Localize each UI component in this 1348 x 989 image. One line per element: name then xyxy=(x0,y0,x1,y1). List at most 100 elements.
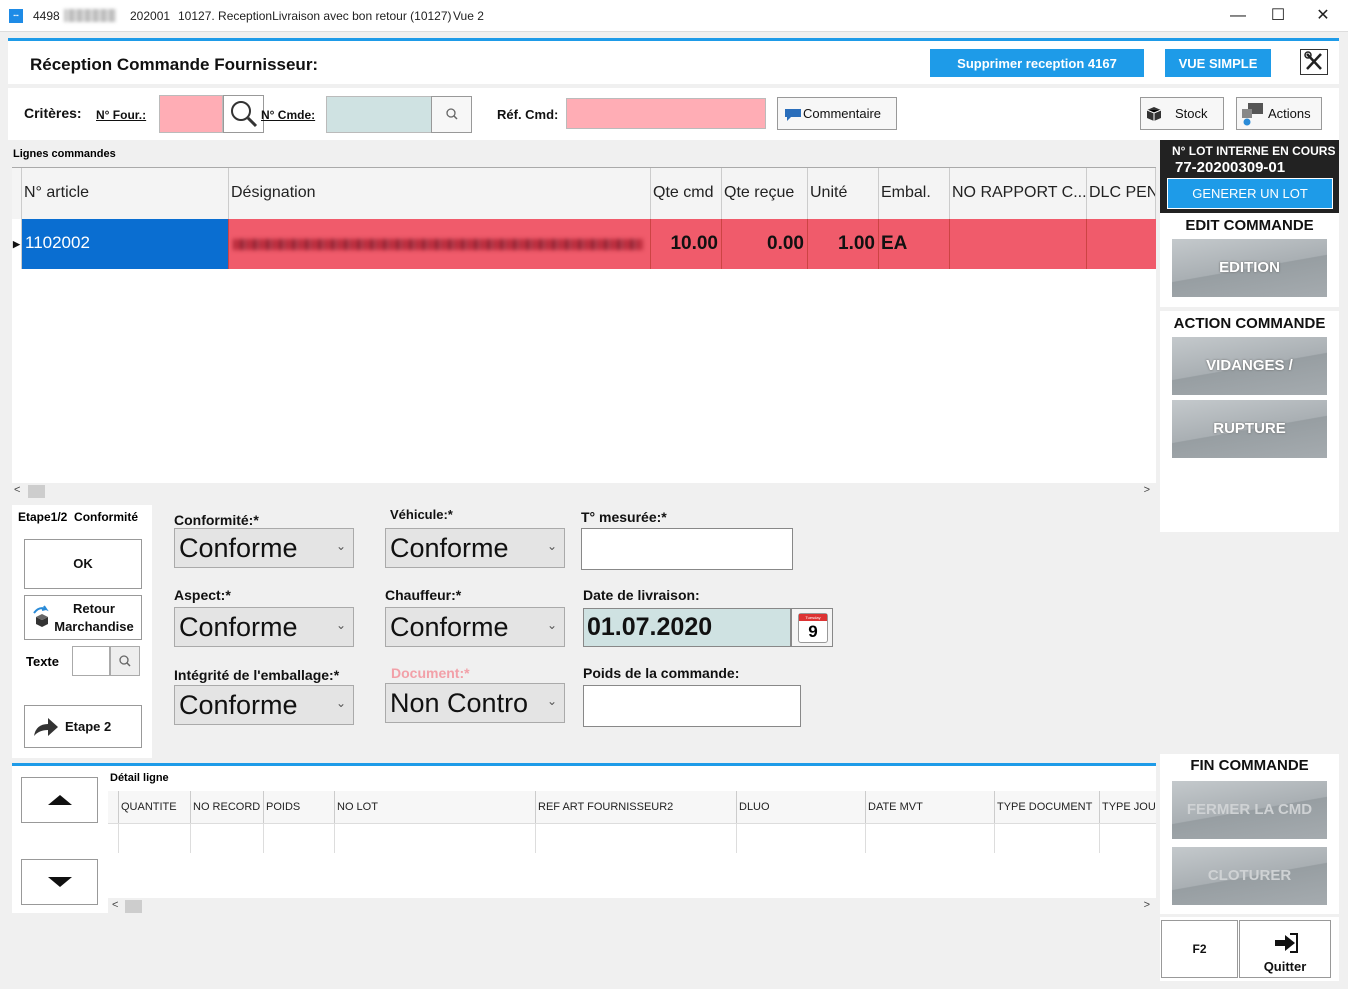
cell-qte-cmd[interactable]: 10.00 xyxy=(651,219,722,269)
col-header-qte-cmd[interactable]: Qte cmd xyxy=(651,168,722,219)
detail-scroll-thumb[interactable] xyxy=(125,900,142,913)
supplier-input[interactable] xyxy=(159,95,223,133)
conformite-select[interactable]: Conforme ⌄ xyxy=(174,528,354,568)
cell-dlc[interactable] xyxy=(1087,219,1156,269)
order-search-button[interactable] xyxy=(431,96,472,133)
etape2-button[interactable]: Etape 2 xyxy=(24,705,142,748)
generate-lot-button[interactable]: GENERER UN LOT xyxy=(1167,178,1333,209)
fin-section: FIN COMMANDE FERMER LA CMD CLOTURER xyxy=(1160,754,1339,914)
cell-rapport[interactable] xyxy=(950,219,1087,269)
step-sidebar: Etape1/2 Conformité OK Retour Marchandis… xyxy=(12,505,152,758)
col-header-unite[interactable]: Unité xyxy=(808,168,879,219)
tools-button[interactable] xyxy=(1300,49,1328,75)
col-header-designation[interactable]: Désignation xyxy=(229,168,651,219)
window-title: 10127. ReceptionLivraison avec bon retou… xyxy=(178,9,452,23)
temp-label: T° mesurée:* xyxy=(581,509,667,525)
col-header-qte-recue[interactable]: Qte reçue xyxy=(722,168,808,219)
detail-cell[interactable] xyxy=(119,823,191,853)
cell-designation[interactable] xyxy=(229,219,651,269)
move-up-button[interactable] xyxy=(21,777,98,823)
comment-button-label: Commentaire xyxy=(803,106,882,121)
detail-cell[interactable] xyxy=(536,823,737,853)
detail-cell[interactable] xyxy=(866,823,995,853)
detail-col-ref-art[interactable]: REF ART FOURNISSEUR2 xyxy=(536,791,737,823)
detail-cell[interactable] xyxy=(191,823,264,853)
blurred-designation xyxy=(233,239,643,250)
scroll-left-arrow[interactable]: < xyxy=(14,484,20,496)
grid-hscrollbar[interactable]: < > xyxy=(12,483,1156,500)
scroll-right-arrow[interactable]: > xyxy=(1144,484,1150,496)
detail-cell[interactable] xyxy=(1100,823,1156,853)
col-header-dlc[interactable]: DLC PENA xyxy=(1087,168,1156,219)
detail-cell[interactable] xyxy=(264,823,335,853)
cell-unite[interactable]: 1.00 xyxy=(808,219,879,269)
actions-button-label: Actions xyxy=(1268,106,1311,121)
stock-button[interactable]: Stock xyxy=(1140,97,1224,130)
ok-button[interactable]: OK xyxy=(24,539,142,589)
app-icon: ▪▪▪ xyxy=(9,9,23,23)
chauffeur-select[interactable]: Conforme ⌄ xyxy=(385,607,565,647)
detail-hscrollbar[interactable]: < > xyxy=(108,898,1156,915)
detail-col-date-mvt[interactable]: DATE MVT xyxy=(866,791,995,823)
cell-article[interactable]: 1102002 xyxy=(22,219,229,269)
quit-button[interactable]: Quitter xyxy=(1239,920,1331,978)
rupture-button[interactable]: RUPTURE xyxy=(1172,400,1327,458)
order-input[interactable] xyxy=(326,96,432,133)
comment-button[interactable]: Commentaire xyxy=(777,97,897,130)
f2-button[interactable]: F2 xyxy=(1161,920,1238,978)
col-header-article[interactable]: N° article xyxy=(22,168,229,219)
detail-cell[interactable] xyxy=(995,823,1100,853)
col-header-rapport[interactable]: NO RAPPORT C... xyxy=(950,168,1087,219)
poids-input[interactable] xyxy=(583,685,801,727)
cell-qte-recue[interactable]: 0.00 xyxy=(722,219,808,269)
maximize-button[interactable]: ☐ xyxy=(1268,6,1288,26)
order-lines-grid[interactable]: N° article Désignation Qte cmd Qte reçue… xyxy=(12,167,1156,500)
actions-button[interactable]: Actions xyxy=(1236,97,1322,130)
detail-col-type-document[interactable]: TYPE DOCUMENT xyxy=(995,791,1100,823)
supplier-label[interactable]: N° Four.: xyxy=(96,108,146,122)
retour-marchandise-button[interactable]: Retour Marchandise xyxy=(24,595,142,640)
calendar-button[interactable]: Tuesday 9 xyxy=(791,608,833,647)
scroll-thumb[interactable] xyxy=(28,485,45,498)
integrite-select[interactable]: Conforme ⌄ xyxy=(174,685,354,725)
edit-section: EDIT COMMANDE EDITION xyxy=(1160,213,1339,307)
date-input[interactable]: 01.07.2020 xyxy=(583,608,791,647)
cell-embal[interactable]: EA xyxy=(879,219,950,269)
detail-row-indicator xyxy=(108,823,119,853)
fermer-cmd-button[interactable]: FERMER LA CMD xyxy=(1172,781,1327,839)
close-button[interactable]: ✕ xyxy=(1313,6,1333,26)
edition-button[interactable]: EDITION xyxy=(1172,239,1327,297)
document-select[interactable]: Non Contro ⌄ xyxy=(385,683,565,723)
chauffeur-value: Conforme xyxy=(390,612,509,642)
move-down-button[interactable] xyxy=(21,859,98,905)
texte-search-button[interactable] xyxy=(110,646,140,676)
vehicule-select[interactable]: Conforme ⌄ xyxy=(385,528,565,568)
detail-col-no-lot[interactable]: NO LOT xyxy=(335,791,536,823)
conformite-label: Conformité:* xyxy=(174,512,259,528)
detail-col-type-jour[interactable]: TYPE JOUR xyxy=(1100,791,1156,823)
order-label[interactable]: N° Cmde: xyxy=(261,108,315,122)
vidanges-button[interactable]: VIDANGES / PALETTE xyxy=(1172,337,1327,432)
lot-panel: N° LOT INTERNE EN COURS 77-20200309-01 G… xyxy=(1160,140,1339,213)
detail-col-poids[interactable]: POIDS xyxy=(264,791,335,823)
temp-input[interactable] xyxy=(581,528,793,570)
detail-cell[interactable] xyxy=(737,823,866,853)
minimize-button[interactable]: — xyxy=(1228,6,1248,26)
document-value: Non Contro xyxy=(390,688,529,718)
detail-scroll-right-arrow[interactable]: > xyxy=(1144,899,1150,911)
edit-section-title: EDIT COMMANDE xyxy=(1185,217,1314,234)
aspect-select[interactable]: Conforme ⌄ xyxy=(174,607,354,647)
cloturer-button[interactable]: CLOTURER xyxy=(1172,847,1327,905)
detail-col-quantite[interactable]: QUANTITE xyxy=(119,791,191,823)
delete-reception-button[interactable]: Supprimer reception 4167 xyxy=(930,49,1144,77)
detail-col-no-record[interactable]: NO RECORD xyxy=(191,791,264,823)
texte-input[interactable] xyxy=(72,646,110,676)
detail-scroll-left-arrow[interactable]: < xyxy=(112,899,118,911)
chevron-down-icon: ⌄ xyxy=(546,539,557,553)
detail-cell[interactable] xyxy=(335,823,536,853)
ref-input[interactable] xyxy=(566,98,766,129)
detail-col-dluo[interactable]: DLUO xyxy=(737,791,866,823)
col-header-embal[interactable]: Embal. xyxy=(879,168,950,219)
supplier-search-button[interactable] xyxy=(223,95,264,133)
simple-view-button[interactable]: VUE SIMPLE xyxy=(1165,49,1271,77)
